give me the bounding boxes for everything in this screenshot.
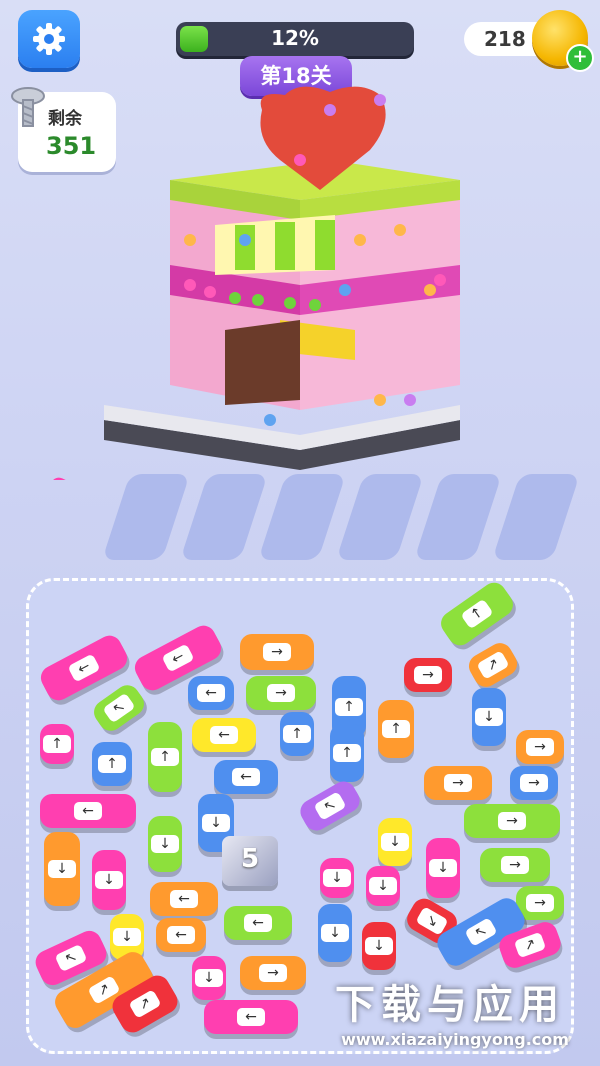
watermark-url: www.xiazaiyingyong.com [341, 1030, 569, 1049]
screw-block-green[interactable]: ↑ [148, 722, 182, 792]
arrow-icon: ↑ [283, 725, 311, 743]
screw-block-magenta[interactable]: ↓ [426, 838, 460, 898]
screw-block-orange[interactable]: ↗ [464, 638, 522, 692]
screw-block-orange[interactable]: → [424, 766, 492, 800]
arrow-icon: ↓ [95, 871, 123, 889]
arrow-icon: ↖ [102, 692, 136, 724]
arrow-icon: → [444, 774, 472, 792]
screw-block-blue[interactable]: ↓ [318, 904, 352, 962]
blocks-layer: ← ← → ↑ ↗ ↖ ← → ↑ → ↑ ↑ ↑ ↑ ↓ → ← ↑ ↑ ← → → ← ↖ ↓ ↓ → ↓ ↓ ↓ ↓ ↓ → ← ← ↓ ↓ ↘ → ↓… [0, 0, 600, 1066]
arrow-icon: → [526, 894, 554, 912]
arrow-icon: ← [232, 768, 260, 786]
arrow-icon: ← [244, 914, 272, 932]
arrow-icon: ↓ [475, 708, 503, 726]
watermark-title: 下载与应用 [335, 982, 565, 1028]
arrow-icon: ↓ [321, 924, 349, 942]
screw-block-orange[interactable]: ← [156, 918, 206, 952]
arrow-icon: ↓ [369, 877, 397, 895]
arrow-icon: ↖ [464, 917, 498, 947]
screw-block-magenta[interactable]: ← [204, 1000, 298, 1034]
screw-block-blue[interactable]: ↓ [472, 688, 506, 746]
screw-block-magenta[interactable]: ↓ [366, 866, 400, 906]
arrow-icon: → [414, 666, 442, 684]
arrow-icon: ← [197, 684, 225, 702]
screw-block-magenta[interactable]: ↓ [92, 850, 126, 910]
arrow-icon: ↑ [335, 698, 363, 716]
arrow-icon: ↓ [323, 869, 351, 887]
arrow-icon: → [267, 684, 295, 702]
screw-block-orange[interactable]: → [240, 634, 314, 670]
screw-block-green[interactable]: → [246, 676, 316, 710]
arrow-icon: ↓ [48, 860, 76, 878]
screw-block-green[interactable]: ↑ [436, 578, 518, 650]
screw-block-blue[interactable]: → [510, 766, 558, 800]
screw-block-blue[interactable]: ← [214, 760, 278, 794]
arrow-icon: → [520, 774, 548, 792]
screw-block-orange[interactable]: → [516, 730, 564, 764]
arrow-icon: ↑ [151, 748, 179, 766]
mystery-cube[interactable]: 5 [222, 836, 278, 886]
screw-block-blue[interactable]: ↑ [330, 724, 364, 782]
arrow-icon: ← [74, 802, 102, 820]
screw-block-blue[interactable]: ↑ [92, 742, 132, 786]
arrow-icon: ← [161, 643, 195, 673]
arrow-icon: ↑ [382, 720, 410, 738]
screw-block-blue[interactable]: ↑ [280, 712, 314, 756]
screw-block-orange[interactable]: ↓ [44, 832, 80, 906]
screw-block-red[interactable]: ↓ [362, 922, 396, 970]
arrow-icon: ↑ [333, 744, 361, 762]
mystery-count: 5 [240, 844, 260, 874]
arrow-icon: ← [170, 890, 198, 908]
screw-block-red[interactable]: → [404, 658, 452, 692]
screw-block-magenta[interactable]: ↓ [192, 956, 226, 1000]
arrow-icon: ↑ [98, 755, 126, 773]
screw-block-yellow[interactable]: ↓ [378, 818, 412, 866]
arrow-icon: ↗ [513, 931, 547, 959]
arrow-icon: ↖ [54, 943, 88, 973]
arrow-icon: ↓ [113, 928, 141, 946]
screw-block-yellow[interactable]: ← [192, 718, 256, 752]
arrow-icon: ↓ [381, 833, 409, 851]
arrow-icon: ↗ [476, 650, 510, 680]
screw-block-purple[interactable]: ↖ [296, 777, 364, 835]
arrow-icon: ↑ [460, 598, 494, 630]
screw-block-magenta[interactable]: ↓ [320, 858, 354, 898]
arrow-icon: ← [67, 653, 101, 683]
arrow-icon: ↖ [313, 791, 347, 821]
screw-block-blue[interactable]: ← [188, 676, 234, 710]
screw-block-green[interactable]: ← [224, 906, 292, 940]
arrow-icon: ↓ [365, 937, 393, 955]
screw-block-magenta[interactable]: ← [40, 794, 136, 828]
arrow-icon: ← [167, 926, 195, 944]
screw-block-green[interactable]: ↖ [89, 680, 149, 736]
arrow-icon: ↑ [43, 735, 71, 753]
screw-block-green[interactable]: ↓ [148, 816, 182, 872]
arrow-icon: → [501, 856, 529, 874]
screw-block-green[interactable]: → [480, 848, 550, 882]
screw-block-magenta[interactable]: ↑ [40, 724, 74, 764]
arrow-icon: ← [210, 726, 238, 744]
screw-block-orange[interactable]: → [240, 956, 306, 990]
arrow-icon: → [526, 738, 554, 756]
arrow-icon: → [498, 812, 526, 830]
screw-block-orange[interactable]: ↑ [378, 700, 414, 758]
arrow-icon: ↓ [202, 814, 230, 832]
arrow-icon: → [259, 964, 287, 982]
arrow-icon: → [263, 643, 291, 661]
arrow-icon: ↓ [429, 859, 457, 877]
arrow-icon: ← [237, 1008, 265, 1026]
arrow-icon: ↓ [195, 969, 223, 987]
screw-block-orange[interactable]: ← [150, 882, 218, 916]
arrow-icon: ↗ [128, 989, 162, 1019]
arrow-icon: ↓ [151, 835, 179, 853]
screw-block-green[interactable]: → [464, 804, 560, 838]
